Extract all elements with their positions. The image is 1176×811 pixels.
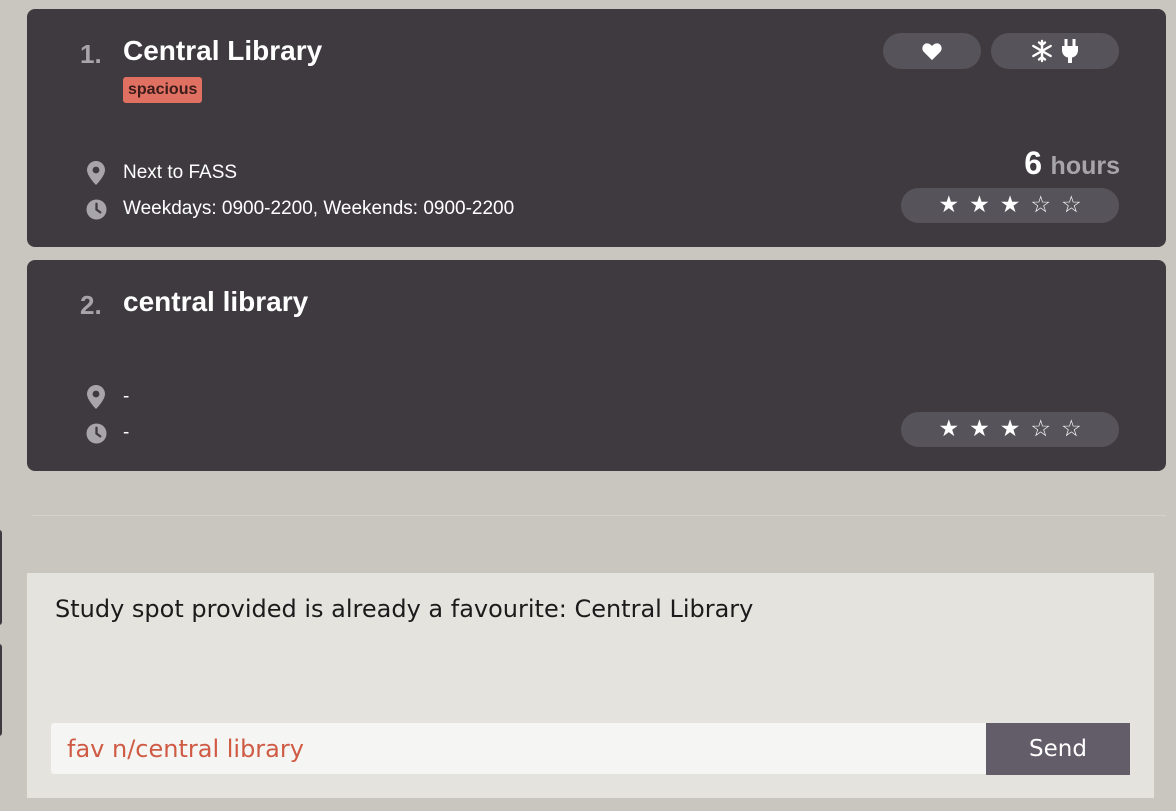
study-hours-unit: hours	[1050, 152, 1120, 180]
favourite-badge	[883, 33, 981, 69]
spot-index: 2.	[80, 290, 102, 320]
location-row: Next to FASS	[85, 160, 237, 186]
side-panel-handle[interactable]	[0, 530, 2, 625]
result-display: Study spot provided is already a favouri…	[27, 573, 1154, 798]
star-filled-icon: ★	[969, 416, 990, 442]
opening-hours-row: -	[85, 420, 129, 446]
study-hours: 6 hours	[1024, 145, 1120, 185]
amenities-badge	[991, 33, 1119, 69]
side-panel-handle[interactable]	[0, 644, 2, 736]
spot-index: 1.	[80, 39, 102, 69]
clock-icon	[85, 422, 107, 444]
star-empty-icon: ☆	[1030, 192, 1051, 218]
clock-icon	[85, 198, 107, 220]
star-filled-icon: ★	[938, 416, 960, 442]
divider	[32, 515, 1166, 516]
opening-hours-text: Weekdays: 0900-2200, Weekends: 0900-2200	[123, 198, 515, 219]
location-pin-icon	[85, 385, 107, 409]
star-empty-icon: ☆	[1030, 416, 1051, 442]
study-spot-card[interactable]: 2. central library - - ★ ★ ★ ☆ ☆	[27, 260, 1166, 471]
star-empty-icon: ☆	[1060, 192, 1082, 218]
rating-stars: ★ ★ ★ ☆ ☆	[901, 412, 1119, 447]
opening-hours-row: Weekdays: 0900-2200, Weekends: 0900-2200	[85, 196, 514, 222]
study-hours-value: 6	[1024, 145, 1043, 181]
star-filled-icon: ★	[999, 416, 1021, 442]
star-filled-icon: ★	[999, 192, 1021, 218]
rating-stars: ★ ★ ★ ☆ ☆	[901, 188, 1119, 223]
location-row: -	[85, 384, 129, 410]
opening-hours-text: -	[123, 422, 130, 443]
result-message: Study spot provided is already a favouri…	[55, 595, 754, 623]
star-filled-icon: ★	[938, 192, 960, 218]
location-pin-icon	[85, 161, 107, 185]
heart-icon	[922, 43, 942, 61]
spot-name: Central Library	[123, 35, 323, 66]
spot-name: central library	[123, 286, 309, 317]
snowflake-icon	[1032, 39, 1052, 63]
plug-icon	[1062, 39, 1078, 63]
command-input[interactable]	[51, 723, 986, 774]
send-button[interactable]: Send	[986, 723, 1130, 775]
study-spot-card[interactable]: 1. Central Library spacious Next to FASS…	[27, 9, 1166, 247]
location-text: -	[123, 386, 130, 407]
star-filled-icon: ★	[969, 192, 990, 218]
spot-tag: spacious	[123, 77, 203, 103]
location-text: Next to FASS	[123, 162, 238, 183]
star-empty-icon: ☆	[1060, 416, 1082, 442]
